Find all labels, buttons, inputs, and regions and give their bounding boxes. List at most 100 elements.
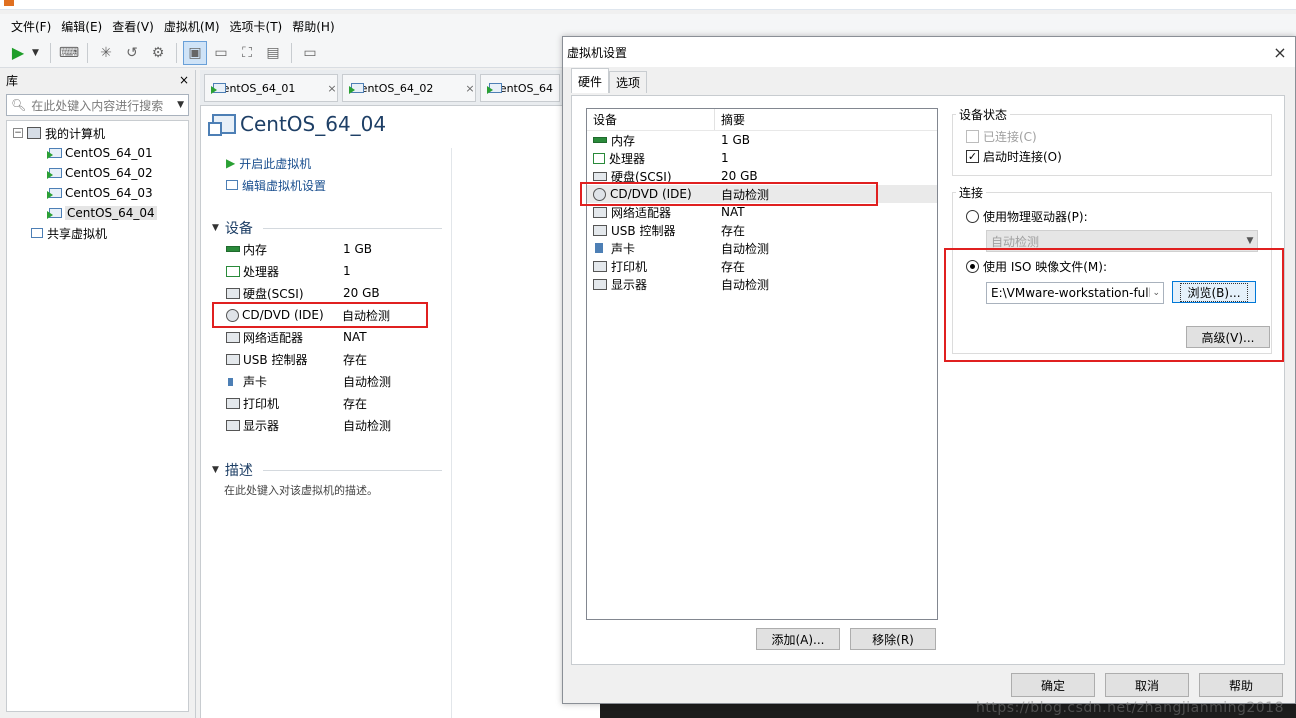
tree-item-vm[interactable]: CentOS_64_02: [7, 163, 188, 183]
send-keys-icon[interactable]: ⌨: [57, 41, 81, 65]
printer-icon: [226, 397, 240, 409]
column-header-summary[interactable]: 摘要: [715, 111, 745, 128]
device-value: 1: [343, 264, 351, 278]
cancel-button[interactable]: 取消: [1105, 673, 1189, 697]
toolbar-separator: [291, 42, 292, 63]
close-icon[interactable]: ×: [1265, 43, 1295, 62]
description-text[interactable]: 在此处键入对该虚拟机的描述。: [224, 482, 378, 498]
device-row-display[interactable]: 显示器 自动检测: [226, 414, 436, 436]
menu-vm[interactable]: 虚拟机(M): [159, 18, 225, 35]
hardware-row[interactable]: 处理器 1: [587, 149, 937, 167]
tree-item-vm[interactable]: CentOS_64_01: [7, 143, 188, 163]
tree-item-vm-selected[interactable]: CentOS_64_04: [7, 203, 188, 223]
hardware-row[interactable]: 网络适配器 NAT: [587, 203, 937, 221]
iso-path-combobox[interactable]: E:\VMware-workstation-full- ⌄: [986, 282, 1164, 304]
tab-centos-02[interactable]: CentOS_64_02 ×: [342, 74, 476, 102]
advanced-button[interactable]: 高级(V)...: [1186, 326, 1270, 348]
menu-help[interactable]: 帮助(H): [287, 18, 339, 35]
memory-icon: [226, 246, 240, 252]
collapse-triangle-icon: ▼: [212, 223, 219, 233]
connected-checkbox[interactable]: 已连接(C): [966, 128, 1037, 145]
usb-controller-icon: [226, 353, 240, 365]
toolbar-separator: [50, 42, 51, 63]
device-row-usb[interactable]: USB 控制器 存在: [226, 348, 436, 370]
add-hardware-button[interactable]: 添加(A)...: [756, 628, 840, 650]
devices-section-header[interactable]: ▼ 设备: [212, 218, 442, 238]
tab-options[interactable]: 选项: [609, 71, 648, 93]
menu-edit[interactable]: 编辑(E): [56, 18, 107, 35]
snapshot-icon[interactable]: ✳: [94, 41, 118, 65]
printer-icon: [593, 260, 607, 272]
description-section-header[interactable]: ▼ 描述: [212, 460, 442, 480]
unity-icon[interactable]: ▤: [261, 41, 285, 65]
console-view-icon[interactable]: ▭: [298, 41, 322, 65]
browse-label: 浏览(B)...: [1180, 282, 1248, 302]
device-row-memory[interactable]: 内存 1 GB: [226, 238, 436, 260]
library-panel: 库 × 🔍︎ 在此处键入内容进行搜索 ▼ − 我的计算机 CentOS_64_0…: [0, 70, 196, 718]
hard-disk-icon: [226, 287, 240, 299]
hardware-name: 打印机: [611, 259, 648, 274]
hard-disk-icon: [593, 171, 607, 181]
power-on-icon[interactable]: ▶: [6, 41, 30, 65]
tab-centos-partial[interactable]: CentOS_64: [480, 74, 560, 102]
device-value: 1 GB: [343, 242, 372, 256]
tab-hardware[interactable]: 硬件: [571, 68, 610, 93]
hardware-row[interactable]: 声卡 自动检测: [587, 239, 937, 257]
description-heading: 描述: [224, 463, 253, 479]
hardware-row[interactable]: 硬盘(SCSI) 20 GB: [587, 167, 937, 185]
device-row-cd-dvd[interactable]: CD/DVD (IDE) 自动检测: [226, 304, 436, 326]
close-icon[interactable]: ×: [179, 73, 189, 87]
vm-title: CentOS_64_04: [208, 112, 386, 136]
power-on-link[interactable]: ▶ 开启此虚拟机: [226, 152, 326, 174]
device-value: 存在: [343, 396, 368, 411]
hardware-row[interactable]: 打印机 存在: [587, 257, 937, 275]
remove-hardware-button[interactable]: 移除(R): [850, 628, 936, 650]
device-row-hard-disk[interactable]: 硬盘(SCSI) 20 GB: [226, 282, 436, 304]
dialog-title: 虚拟机设置: [567, 45, 628, 60]
tree-item-my-computer[interactable]: − 我的计算机: [7, 123, 188, 143]
chevron-down-icon[interactable]: ▼: [32, 48, 44, 58]
help-button[interactable]: 帮助: [1199, 673, 1283, 697]
library-header: 库 ×: [0, 70, 195, 90]
physical-drive-select[interactable]: 自动检测 ▼: [986, 230, 1258, 252]
hardware-row[interactable]: 显示器 自动检测: [587, 275, 937, 293]
use-physical-drive-radio[interactable]: 使用物理驱动器(P):: [966, 208, 1088, 225]
hardware-name: USB 控制器: [611, 223, 676, 238]
hardware-row-selected[interactable]: CD/DVD (IDE) 自动检测: [587, 185, 937, 203]
menu-view[interactable]: 查看(V): [107, 18, 159, 35]
tab-centos-01[interactable]: CentOS_64_01 ×: [204, 74, 338, 102]
search-icon: 🔍︎: [11, 98, 27, 112]
snapshot-manager-icon[interactable]: ⚙: [146, 41, 170, 65]
device-row-sound[interactable]: 声卡 自动检测: [226, 370, 436, 392]
collapse-icon[interactable]: −: [13, 128, 23, 138]
device-row-network[interactable]: 网络适配器 NAT: [226, 326, 436, 348]
device-row-printer[interactable]: 打印机 存在: [226, 392, 436, 414]
device-name: USB 控制器: [243, 352, 308, 367]
thumbnail-bar-icon[interactable]: ▭: [209, 41, 233, 65]
connect-at-power-on-checkbox[interactable]: ✓ 启动时连接(O): [966, 148, 1062, 165]
full-screen-icon[interactable]: ⛶: [235, 41, 259, 65]
display-icon: [593, 278, 607, 290]
hardware-summary: 20 GB: [721, 169, 758, 183]
iso-path-value: E:\VMware-workstation-full-: [991, 286, 1150, 300]
hardware-row[interactable]: USB 控制器 存在: [587, 221, 937, 239]
close-icon[interactable]: ×: [465, 82, 474, 95]
close-icon[interactable]: ×: [327, 82, 336, 95]
ok-button[interactable]: 确定: [1011, 673, 1095, 697]
device-row-processor[interactable]: 处理器 1: [226, 260, 436, 282]
tree-item-vm[interactable]: CentOS_64_03: [7, 183, 188, 203]
tree-item-shared-vms[interactable]: 共享虚拟机: [7, 223, 188, 243]
checkbox-checked-icon: ✓: [966, 150, 979, 163]
use-iso-radio[interactable]: 使用 ISO 映像文件(M):: [966, 258, 1107, 275]
column-header-device[interactable]: 设备: [587, 109, 715, 130]
menu-file[interactable]: 文件(F): [6, 18, 56, 35]
revert-snapshot-icon[interactable]: ↺: [120, 41, 144, 65]
library-search-input[interactable]: 🔍︎ 在此处键入内容进行搜索 ▼: [6, 94, 189, 116]
edit-settings-link[interactable]: 编辑虚拟机设置: [226, 174, 326, 196]
radio-selected-icon: [966, 260, 979, 273]
show-library-icon[interactable]: ▣: [183, 40, 207, 65]
chevron-down-icon[interactable]: ▼: [177, 100, 184, 110]
hardware-row[interactable]: 内存 1 GB: [587, 131, 937, 149]
menu-tabs[interactable]: 选项卡(T): [225, 18, 288, 35]
browse-button[interactable]: 浏览(B)...: [1172, 281, 1256, 303]
